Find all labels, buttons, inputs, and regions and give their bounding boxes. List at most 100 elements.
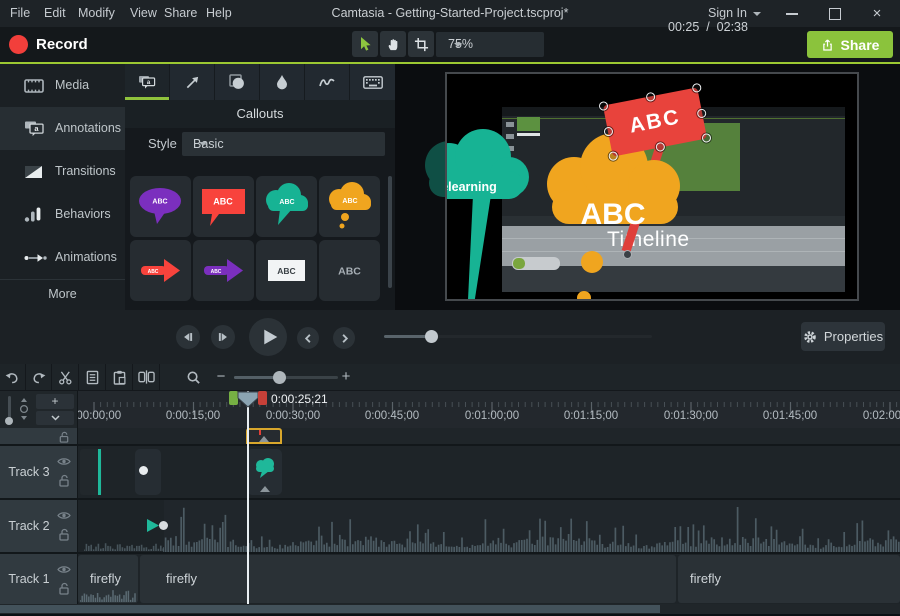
callout-tile-speech-purple[interactable]: ABC: [130, 176, 191, 237]
close-button[interactable]: ×: [864, 0, 890, 27]
selection-handle[interactable]: [598, 101, 609, 112]
selection-handle[interactable]: [691, 83, 702, 94]
clip-keyframe-dot[interactable]: [139, 466, 148, 475]
hand-icon: [386, 37, 401, 52]
time-total: 02:38: [717, 20, 748, 34]
clip-firefly-2[interactable]: firefly: [140, 555, 676, 603]
tab-callouts[interactable]: a: [125, 64, 170, 100]
callout-tile-speech-red[interactable]: ABC: [193, 176, 254, 237]
timeline-hscrollbar-thumb[interactable]: [0, 605, 660, 613]
clip-track3-a[interactable]: [80, 449, 102, 495]
callout-tile-arrow-purple[interactable]: ABC: [193, 240, 254, 301]
selection-handle[interactable]: [645, 92, 656, 103]
track-header-2[interactable]: Track 2: [0, 500, 77, 552]
share-button[interactable]: Share: [807, 31, 893, 58]
lock-icon[interactable]: [58, 582, 70, 595]
add-track-button[interactable]: +: [36, 394, 74, 409]
callout-tile-thought-orange[interactable]: ABC: [319, 176, 380, 237]
jump-forward-button[interactable]: [333, 327, 355, 349]
track-2-content[interactable]: gsp-video: [78, 500, 900, 552]
annotations-icon: a: [24, 120, 44, 137]
clip-selected-partial[interactable]: [246, 428, 282, 444]
callout-tile-arrow-red[interactable]: ABC: [130, 240, 191, 301]
panel-scrollbar[interactable]: [388, 176, 392, 288]
scissors-icon: [58, 370, 73, 385]
sidebar-item-media[interactable]: Media: [0, 64, 125, 107]
menu-modify[interactable]: Modify: [72, 0, 121, 27]
crop-tool-button[interactable]: [408, 31, 434, 57]
tab-blur[interactable]: [260, 64, 305, 100]
split-button[interactable]: [133, 364, 160, 390]
pan-tool-button[interactable]: [380, 31, 406, 57]
callout-elearning-cloud[interactable]: elearning: [445, 127, 537, 301]
timeline-hscrollbar[interactable]: [0, 604, 900, 614]
playhead-marker[interactable]: [237, 391, 259, 408]
playhead-out-handle[interactable]: [258, 391, 267, 405]
track-options-button[interactable]: [36, 411, 74, 425]
menu-edit[interactable]: Edit: [38, 0, 72, 27]
play-button[interactable]: [249, 318, 287, 356]
scrubber-handle[interactable]: [425, 330, 438, 343]
callout-tile-text-plain[interactable]: ABC: [319, 240, 380, 301]
eye-icon[interactable]: [57, 565, 71, 574]
menu-share[interactable]: Share: [158, 0, 203, 27]
sidebar-more-button[interactable]: More: [0, 279, 125, 308]
callout-tile-cloud-teal[interactable]: ABC: [256, 176, 317, 237]
clip-firefly-3[interactable]: firefly: [678, 555, 900, 603]
style-select[interactable]: Basic: [182, 132, 385, 156]
timeline-zoom-button[interactable]: [178, 364, 208, 390]
eye-icon[interactable]: [57, 457, 71, 466]
copy-icon: [86, 370, 99, 385]
jump-back-button[interactable]: [297, 327, 319, 349]
sidebar-item-annotations[interactable]: a Annotations: [0, 107, 125, 150]
paste-button[interactable]: [106, 364, 133, 390]
selection-handle[interactable]: [603, 126, 614, 137]
callout-tile-text-box[interactable]: ABC: [256, 240, 317, 301]
lock-icon[interactable]: [58, 474, 70, 487]
clip-marker-red: [259, 430, 261, 435]
tab-keystrokes[interactable]: [350, 64, 395, 100]
svg-text:ABC: ABC: [148, 269, 159, 275]
tab-arrows[interactable]: [170, 64, 215, 100]
sidebar-item-behaviors[interactable]: Behaviors: [0, 193, 125, 236]
playhead-line[interactable]: [247, 391, 249, 606]
track-name: Track 1: [0, 554, 58, 604]
maximize-button[interactable]: [822, 0, 848, 27]
lock-icon[interactable]: [58, 528, 70, 541]
zoom-out-button[interactable]: −: [213, 364, 229, 390]
sidebar-item-transitions[interactable]: Transitions: [0, 150, 125, 193]
clip-expand-arrow[interactable]: [259, 436, 269, 442]
properties-button[interactable]: Properties: [801, 322, 885, 351]
track-header-1[interactable]: Track 1: [0, 554, 77, 604]
record-button[interactable]: Record: [36, 27, 88, 62]
copy-button[interactable]: [79, 364, 106, 390]
zoom-in-button[interactable]: +: [338, 364, 354, 390]
clip-track3-b[interactable]: [135, 449, 161, 495]
track-header-3[interactable]: Track 3: [0, 446, 77, 498]
select-tool-button[interactable]: [352, 31, 378, 57]
sidebar-item-animations[interactable]: Animations: [0, 236, 125, 279]
clip-expand-arrow[interactable]: [260, 486, 270, 492]
tab-shapes[interactable]: [215, 64, 260, 100]
eye-icon[interactable]: [57, 511, 71, 520]
menu-file[interactable]: File: [4, 0, 36, 27]
video-canvas[interactable]: Timeline elearning ABC ABC: [445, 72, 859, 301]
canvas-zoom-select[interactable]: 75%: [436, 32, 544, 57]
undo-button[interactable]: [0, 364, 26, 390]
lock-icon[interactable]: [58, 431, 70, 443]
menu-help[interactable]: Help: [200, 0, 238, 27]
minimize-button[interactable]: [779, 0, 805, 27]
track-1-content[interactable]: firefly firefly firefly: [78, 554, 900, 604]
clip-track3-callout[interactable]: [247, 449, 282, 495]
prev-frame-button[interactable]: [176, 325, 200, 349]
cut-button[interactable]: [52, 364, 79, 390]
next-frame-button[interactable]: [211, 325, 235, 349]
track-3-content[interactable]: [78, 446, 900, 498]
track-height-handle[interactable]: [5, 417, 13, 425]
tab-sketch[interactable]: [305, 64, 350, 100]
record-icon[interactable]: [9, 35, 28, 54]
timeline-ruler[interactable]: 0:00:00;00 0:00:15;00 0:00:30;00 0:00:45…: [78, 391, 900, 428]
clip-firefly-1[interactable]: firefly: [78, 555, 138, 603]
timeline-zoom-handle[interactable]: [273, 371, 286, 384]
redo-button[interactable]: [26, 364, 52, 390]
